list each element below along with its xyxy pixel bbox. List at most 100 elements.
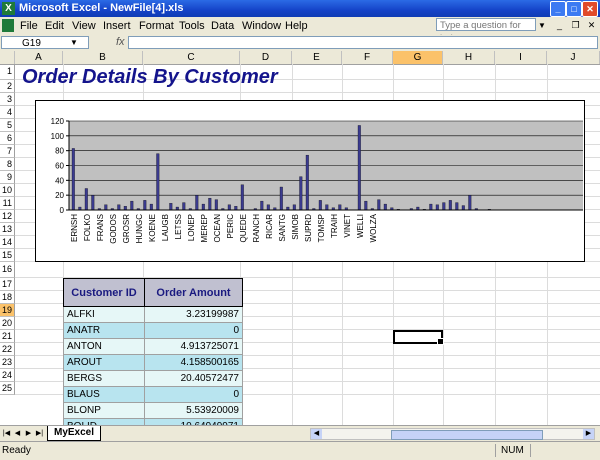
excel-app-icon[interactable]: X — [2, 2, 15, 15]
doc-minimize-button[interactable]: _ — [553, 19, 566, 31]
column-header-f[interactable]: F — [342, 51, 393, 64]
maximize-button[interactable]: □ — [566, 1, 582, 17]
row-header-19[interactable]: 19 — [0, 304, 15, 317]
row-header-12[interactable]: 12 — [0, 210, 15, 223]
help-search-input[interactable]: Type a question for help — [436, 18, 536, 44]
y-tick-label: 20 — [55, 191, 64, 200]
row-header-9[interactable]: 9 — [0, 171, 15, 184]
customer-id-cell[interactable]: ANATR — [63, 322, 145, 339]
column-header-h[interactable]: H — [443, 51, 495, 64]
row-header-15[interactable]: 15 — [0, 249, 15, 262]
select-all-corner[interactable] — [0, 51, 15, 64]
scroll-thumb[interactable] — [391, 430, 543, 440]
bar — [461, 205, 465, 211]
column-header-i[interactable]: I — [495, 51, 547, 64]
worksheet-grid[interactable]: A B C D E F G H I J 1 2 3 4 5 6 7 8 9 10 11 12 13 14 1… — [0, 51, 600, 425]
next-sheet-icon[interactable]: ▶ — [24, 428, 33, 439]
bar — [227, 204, 231, 211]
menu-data[interactable]: Data — [211, 20, 234, 32]
menu-help[interactable]: Help — [285, 20, 308, 32]
formula-input[interactable] — [128, 36, 598, 49]
customer-id-cell[interactable]: BLAUS — [63, 386, 145, 403]
bar — [383, 203, 387, 211]
row-header-25[interactable]: 25 — [0, 382, 15, 395]
name-box-dropdown-icon[interactable]: ▼ — [70, 38, 78, 47]
row-header-24[interactable]: 24 — [0, 369, 15, 382]
row-header-3[interactable]: 3 — [0, 93, 15, 106]
column-header-b[interactable]: B — [63, 51, 143, 64]
bar — [357, 125, 361, 211]
row-header-6[interactable]: 6 — [0, 132, 15, 145]
doc-close-button[interactable]: ✕ — [585, 19, 598, 31]
column-header-d[interactable]: D — [240, 51, 292, 64]
header-order-amount[interactable]: Order Amount — [144, 278, 243, 307]
customer-id-cell[interactable]: ALFKI — [63, 306, 145, 323]
row-header-23[interactable]: 23 — [0, 356, 15, 369]
column-header-e[interactable]: E — [292, 51, 342, 64]
order-amount-cell[interactable]: 4.913725071 — [144, 338, 243, 355]
row-header-7[interactable]: 7 — [0, 145, 15, 158]
first-sheet-icon[interactable]: |◀ — [2, 428, 11, 439]
bar — [299, 176, 303, 211]
row-header-20[interactable]: 20 — [0, 317, 15, 330]
row-header-21[interactable]: 21 — [0, 330, 15, 343]
order-amount-cell[interactable]: 0 — [144, 322, 243, 339]
x-tick-label: SUPRD — [304, 214, 313, 242]
order-amount-cell[interactable]: 3.23199987 — [144, 306, 243, 323]
customer-id-cell[interactable]: BLONP — [63, 402, 145, 419]
scroll-right-icon[interactable]: ▶ — [583, 429, 594, 439]
workbook-icon[interactable] — [2, 19, 14, 32]
table-row: ANTON 4.913725071 — [63, 338, 243, 355]
fill-handle[interactable] — [437, 338, 444, 345]
menu-edit[interactable]: Edit — [45, 20, 64, 32]
order-amount-cell[interactable]: 5.53920009 — [144, 402, 243, 419]
customer-id-cell[interactable]: AROUT — [63, 354, 145, 371]
row-header-13[interactable]: 13 — [0, 223, 15, 236]
row-header-18[interactable]: 18 — [0, 291, 15, 304]
column-header-g[interactable]: G — [393, 51, 443, 64]
last-sheet-icon[interactable]: ▶| — [35, 428, 44, 439]
column-header-j[interactable]: J — [547, 51, 600, 64]
prev-sheet-icon[interactable]: ◀ — [13, 428, 22, 439]
row-header-5[interactable]: 5 — [0, 119, 15, 132]
menu-window[interactable]: Window — [242, 20, 281, 32]
table-row: BERGS 20.40572477 — [63, 370, 243, 387]
help-dropdown-icon[interactable]: ▼ — [538, 21, 546, 30]
row-header-4[interactable]: 4 — [0, 106, 15, 119]
menu-view[interactable]: View — [72, 20, 96, 32]
bar — [84, 188, 88, 211]
row-header-2[interactable]: 2 — [0, 80, 15, 93]
menu-format[interactable]: Format — [139, 20, 174, 32]
order-amount-cell[interactable]: 0 — [144, 386, 243, 403]
row-header-8[interactable]: 8 — [0, 158, 15, 171]
column-header-c[interactable]: C — [143, 51, 240, 64]
x-tick-label: LAUGB — [161, 214, 170, 241]
column-header-a[interactable]: A — [15, 51, 63, 64]
menu-file[interactable]: File — [20, 20, 38, 32]
scroll-left-icon[interactable]: ◀ — [311, 429, 322, 439]
row-header-22[interactable]: 22 — [0, 343, 15, 356]
doc-restore-button[interactable]: ❐ — [569, 19, 582, 31]
active-cell-g19[interactable] — [393, 330, 444, 345]
row-header-1[interactable]: 1 — [0, 64, 15, 80]
header-customer-id[interactable]: Customer ID — [63, 278, 145, 307]
row-header-17[interactable]: 17 — [0, 278, 15, 291]
order-amount-cell[interactable]: 20.40572477 — [144, 370, 243, 387]
x-tick-label: ERNSH — [70, 214, 79, 242]
row-header-14[interactable]: 14 — [0, 236, 15, 249]
menu-tools[interactable]: Tools — [179, 20, 205, 32]
minimize-button[interactable]: _ — [550, 1, 566, 17]
row-header-10[interactable]: 10 — [0, 184, 15, 197]
order-amount-cell[interactable]: 4.158500165 — [144, 354, 243, 371]
sheet-tab-myexcel[interactable]: MyExcel — [47, 426, 102, 441]
row-header-11[interactable]: 11 — [0, 197, 15, 210]
close-button[interactable]: ✕ — [582, 1, 598, 17]
fx-icon[interactable]: fx — [116, 36, 125, 48]
customer-id-cell[interactable]: ANTON — [63, 338, 145, 355]
customer-id-cell[interactable]: BERGS — [63, 370, 145, 387]
horizontal-scrollbar[interactable]: ◀ ▶ — [310, 428, 595, 440]
row-header-16[interactable]: 16 — [0, 262, 15, 278]
menu-insert[interactable]: Insert — [103, 20, 131, 32]
bar — [279, 186, 283, 211]
order-chart[interactable]: 0 20 40 60 80 100 120 ERNSH FOLKO FRANS GODOS GROSR… — [35, 100, 585, 262]
